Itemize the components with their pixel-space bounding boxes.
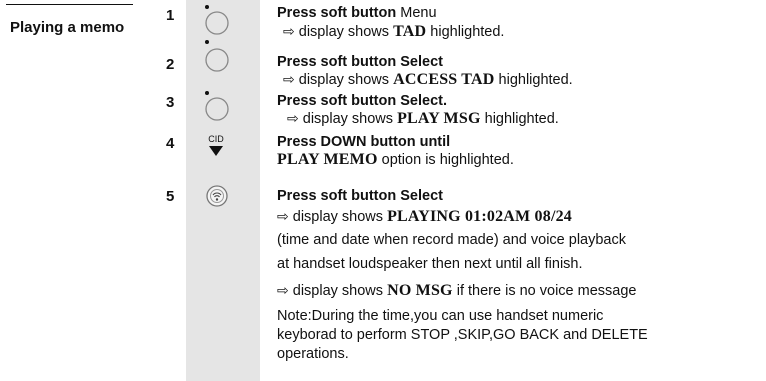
step-4-option: PLAY MEMO option is highlighted. [277,151,514,168]
step-number-2: 2 [166,56,175,73]
step-3-result: ⇨ display shows PLAY MSG highlighted. [287,110,559,127]
step-number-3: 3 [166,94,175,111]
note-line-2: keyborad to perform STOP ,SKIP,GO BACK a… [277,327,648,343]
step-5-result-2: ⇨ display shows NO MSG if there is no vo… [277,282,637,299]
section-rule [6,4,133,5]
arrow-icon: ⇨ [287,111,299,127]
step-5-note-2: at handset loudspeaker then next until a… [277,256,583,272]
step-3-action: Press soft button Select. [277,93,448,109]
step-4-action: Press DOWN button until [277,134,451,150]
step-2-action: Press soft button Select [277,54,443,70]
soft-button-icon [205,40,229,72]
step-1-result: ⇨ display shows TAD highlighted. [283,23,505,40]
arrow-icon: ⇨ [277,283,289,299]
cid-down-button-icon: CID [202,134,230,157]
section-title: Playing a memo [10,19,125,36]
soft-button-icon [205,5,229,35]
arrow-icon: ⇨ [283,72,295,88]
step-number-1: 1 [166,7,175,24]
down-triangle-icon [209,146,223,156]
step-number-4: 4 [166,135,175,152]
note-line-1: Note:During the time,you can use handset… [277,308,604,324]
arrow-icon: ⇨ [283,24,295,40]
step-number-5: 5 [166,188,175,205]
step-5-note-1: (time and date when record made) and voi… [277,232,626,248]
soft-button-icon [205,91,229,121]
talk-button-icon [206,185,228,207]
step-1-action: Press soft button Menu [277,5,437,21]
note-line-3: operations. [277,346,349,362]
step-5-result: ⇨ display shows PLAYING 01:02AM 08/24 [277,208,573,225]
arrow-icon: ⇨ [277,209,289,225]
step-2-result: ⇨ display shows ACCESS TAD highlighted. [283,71,573,88]
cid-label: CID [208,134,224,144]
step-5-action: Press soft button Select [277,188,443,204]
